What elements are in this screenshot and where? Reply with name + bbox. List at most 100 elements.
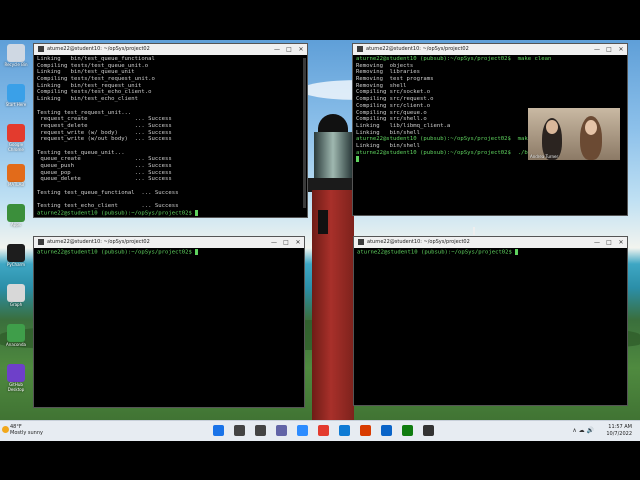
desktop-shortcut[interactable]: Recycle Bin (2, 44, 30, 67)
terminal-line: Linking bin/test_queue_functional (37, 56, 155, 62)
system-tray[interactable]: ∧ ☁ 🔊 (572, 427, 594, 434)
desktop-shortcut[interactable]: Anaconda (2, 324, 30, 347)
close-button[interactable]: ✕ (292, 237, 304, 248)
terminal-title: aturne22@student10: ~/opSys/project02 (47, 239, 150, 245)
terminal-title: aturne22@student10: ~/opSys/project02 (366, 46, 469, 52)
terminal-window-top-left[interactable]: aturne22@student10: ~/opSys/project02 — □… (33, 43, 308, 218)
terminal-line: aturne22@student10 (pubsub):~/opSys/proj… (356, 56, 552, 62)
taskbar: 48°F Mostly sunny ∧ ☁ 🔊 11:57 AM 10/7/20… (0, 420, 640, 441)
desktop-shortcut-label: Start Here (5, 102, 27, 107)
terminal-title-bar[interactable]: aturne22@student10: ~/opSys/project02 — □… (353, 44, 627, 55)
terminal-window-bottom-left[interactable]: aturne22@student10: ~/opSys/project02 — □… (33, 236, 305, 408)
clock-time: 11:57 AM (608, 424, 632, 430)
terminal-title-bar[interactable]: aturne22@student10: ~/opSys/project02 — □… (354, 237, 627, 248)
close-button[interactable]: ✕ (615, 44, 627, 55)
terminal-line: Testing test_queue_unit... (37, 149, 125, 156)
terminal-title-bar[interactable]: aturne22@student10: ~/opSys/project02 — □… (34, 237, 304, 248)
recycle-bin-icon (7, 44, 25, 62)
desktop-shortcut[interactable]: MATLAB (2, 164, 30, 187)
terminal-line: queue_delete ... Success (37, 176, 172, 183)
maximize-button[interactable]: □ (603, 44, 615, 55)
teams-chat-icon[interactable] (276, 425, 287, 436)
edge-icon[interactable] (339, 425, 350, 436)
desktop-shortcut-label: PyCharm (6, 262, 26, 267)
chrome-icon (7, 124, 25, 142)
desktop: Recycle Bin Start Here Google Chrome MATLAB… (0, 40, 640, 440)
desktop-shortcut[interactable]: PyCharm (2, 244, 30, 267)
participant-2-face (585, 120, 597, 135)
xbox-icon[interactable] (402, 425, 413, 436)
terminal-line: queue_pop ... Success (37, 169, 172, 176)
github-icon (7, 364, 25, 382)
maximize-button[interactable]: □ (280, 237, 292, 248)
lighthouse-door (318, 210, 328, 234)
prompt-text: aturne22@student10 (pubsub):~/opSys/proj… (37, 249, 192, 256)
terminal-prompt: aturne22@student10 (pubsub):~/opSys/proj… (37, 249, 301, 256)
desktop-shortcut-label: MATLAB (7, 182, 25, 187)
desktop-shortcut-label: Google Chrome (8, 142, 24, 152)
sun-icon (2, 426, 9, 433)
desktop-shortcut-label: Graph (9, 302, 23, 307)
desktop-shortcut[interactable]: Google Chrome (2, 124, 30, 152)
participant-1-face (546, 120, 558, 134)
terminal-output[interactable]: aturne22@student10 (pubsub):~/opSys/proj… (354, 248, 627, 257)
minimize-button[interactable]: — (271, 44, 283, 55)
clock-date: 10/7/2022 (606, 430, 632, 437)
task-view-icon[interactable] (255, 425, 266, 436)
close-button[interactable]: ✕ (295, 44, 307, 55)
terminal-window-bottom-right[interactable]: aturne22@student10: ~/opSys/project02 — □… (353, 236, 628, 406)
prompt-text: aturne22@student10 (pubsub):~/opSys/proj… (357, 249, 512, 256)
scrollbar[interactable] (303, 58, 306, 208)
video-call-thumbnail[interactable]: Andrea Turner (528, 108, 620, 160)
terminal-line: Linking bin/test_echo_client (37, 96, 139, 103)
matlab-icon (7, 164, 25, 182)
desktop-shortcut[interactable]: Apps (2, 204, 30, 227)
terminal-line: Linking bin/test_request_unit (37, 82, 142, 89)
terminal-cursor (356, 156, 359, 163)
desktop-shortcut-label: GitHub Desktop (7, 382, 25, 392)
terminal-line: Testing test_echo_client ... Success (37, 203, 179, 210)
terminal-cursor (195, 209, 199, 216)
desktop-shortcut-label: Apps (11, 222, 21, 227)
lighthouse-dome (318, 114, 348, 134)
maximize-button[interactable]: □ (283, 44, 295, 55)
terminal-icon (38, 45, 44, 52)
terminal-prompt: aturne22@student10 (pubsub):~/opSys/proj… (357, 249, 624, 256)
weather-widget[interactable]: 48°F Mostly sunny (2, 424, 43, 436)
participant-name: Andrea Turner (530, 154, 559, 159)
terminal-icon (357, 45, 363, 52)
office-icon[interactable] (360, 425, 371, 436)
desktop-shortcut[interactable]: Start Here (2, 84, 30, 107)
terminal-line: Compiling tests/test_queue_unit.o (37, 62, 149, 69)
close-button[interactable]: ✕ (615, 237, 627, 248)
terminal-prompt: aturne22@student10 (pubsub):~/opSys/proj… (37, 209, 304, 217)
terminal-line: queue_create ... Success (37, 156, 172, 163)
terminal-line: Testing test_queue_functional ... Succes… (37, 189, 179, 196)
zoom-icon[interactable] (297, 425, 308, 436)
chrome-icon[interactable] (318, 425, 329, 436)
terminal-line: Compiling src/request.o (356, 96, 434, 103)
terminal-output[interactable]: Linking bin/test_queue_functional Compili… (34, 55, 307, 218)
terminal-title: aturne22@student10: ~/opSys/project02 (367, 239, 470, 245)
terminal-line: request_delete ... Success (37, 122, 172, 129)
search-icon[interactable] (234, 425, 245, 436)
minimize-button[interactable]: — (591, 237, 603, 248)
clock[interactable]: 11:57 AM 10/7/2022 (606, 424, 632, 437)
desktop-shortcut[interactable]: GitHub Desktop (2, 364, 30, 392)
text-cursor-icon (473, 227, 475, 235)
desktop-shortcut-label: Anaconda (6, 342, 26, 347)
terminal-line: queue_push ... Success (37, 163, 172, 169)
graph-icon (7, 284, 25, 302)
desktop-shortcut[interactable]: Graph (2, 284, 30, 307)
maximize-button[interactable]: □ (603, 237, 615, 248)
terminal-output[interactable]: aturne22@student10 (pubsub):~/opSys/proj… (34, 248, 304, 257)
terminal-line: request_create ... Success (37, 116, 172, 123)
windows-start-icon[interactable] (213, 425, 224, 436)
outlook-icon[interactable] (381, 425, 392, 436)
terminal-title-bar[interactable]: aturne22@student10: ~/opSys/project02 — □… (34, 44, 307, 55)
terminal-icon[interactable] (423, 425, 434, 436)
terminal-line: request_write (w/ body) ... Success (37, 129, 172, 136)
minimize-button[interactable]: — (268, 237, 280, 248)
minimize-button[interactable]: — (591, 44, 603, 55)
